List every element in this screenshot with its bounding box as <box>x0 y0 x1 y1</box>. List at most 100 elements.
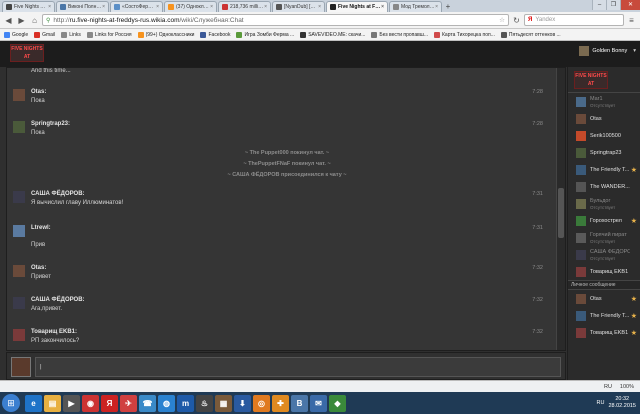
bookmark-item[interactable]: (99+) Одноклассники <box>137 31 194 38</box>
search-box[interactable]: Я Yandex <box>524 14 624 26</box>
sidebar-user[interactable]: Otas <box>568 110 640 127</box>
back-button[interactable]: ◀ <box>3 15 14 26</box>
address-bar[interactable]: ⚲ http:// ru.five-nights-at-freddys-rus.… <box>42 14 509 26</box>
browser-tab[interactable]: Виконі Полнол Д...× <box>56 1 109 12</box>
sidebar-user-name: Товарищ EKB1 <box>590 268 629 275</box>
window-controls: – ❐ ✕ <box>592 0 640 10</box>
avatar[interactable] <box>13 121 25 133</box>
taskbar-app-icon[interactable]: ✈ <box>120 394 137 412</box>
message-author[interactable]: Ltrewl: <box>31 225 51 231</box>
avatar[interactable] <box>13 89 25 101</box>
taskbar-app-icon[interactable]: Я <box>101 394 118 412</box>
message-author[interactable]: Springtrap23: <box>31 121 70 127</box>
new-tab-button[interactable]: + <box>443 2 453 12</box>
taskbar-app-icon[interactable]: ◍ <box>158 394 175 412</box>
sidebar-user[interactable]: САША ФЁДОРОВОтсутствует <box>568 246 640 263</box>
browser-tab[interactable]: Мод Тремол ВТ...× <box>389 1 442 12</box>
sidebar-user[interactable]: Бульдог Отсутствует <box>568 195 640 212</box>
avatar[interactable] <box>13 265 25 277</box>
chat-message-input[interactable] <box>35 357 561 377</box>
sidebar-user[interactable]: Serik100500 <box>568 127 640 144</box>
language-indicator[interactable]: RU <box>604 384 612 390</box>
message-author[interactable]: Товарищ EKB1: <box>31 329 77 335</box>
taskbar-app-icon[interactable]: ☎ <box>139 394 156 412</box>
avatar[interactable] <box>13 329 25 341</box>
refresh-button[interactable]: ↻ <box>511 15 522 26</box>
close-icon[interactable]: × <box>156 4 159 10</box>
maximize-button[interactable]: ❐ <box>606 0 620 10</box>
private-message-user[interactable]: Товарищ EKB1 ★ <box>568 324 640 341</box>
bookmark-item[interactable]: Без вести пропавш... <box>371 31 428 38</box>
scrollbar-thumb[interactable] <box>558 188 564 238</box>
taskbar-app-icon[interactable]: ◉ <box>82 394 99 412</box>
menu-button[interactable]: ≡ <box>626 15 637 26</box>
private-message-user[interactable]: Otas ★ <box>568 290 640 307</box>
user-menu[interactable]: Golden Bonny ▾ <box>579 46 636 56</box>
browser-tab[interactable]: Five Nights at Fre... × <box>326 1 388 12</box>
avatar[interactable] <box>13 297 25 309</box>
sidebar-user[interactable]: Товарищ EKB1 <box>568 263 640 280</box>
sidebar-wiki-header[interactable]: FIVE NIGHTS AT FREDDY'S <box>568 67 640 93</box>
sidebar-user[interactable]: Springtrap23 <box>568 144 640 161</box>
browser-tab[interactable]: 218,736 million с...× <box>218 1 271 12</box>
close-icon[interactable]: × <box>318 4 321 10</box>
close-window-button[interactable]: ✕ <box>620 0 640 10</box>
avatar[interactable] <box>13 191 25 203</box>
close-icon[interactable]: × <box>435 4 438 10</box>
sidebar-user[interactable]: Горячий пират Отсутствует <box>568 229 640 246</box>
bookmark-star-icon[interactable]: ☆ <box>499 16 505 24</box>
taskbar-app-icon[interactable]: ◆ <box>329 394 346 412</box>
zoom-level[interactable]: 100% <box>620 384 634 390</box>
minimize-button[interactable]: – <box>592 0 606 10</box>
chat-message: Otas: Привет 7:32 <box>7 265 557 293</box>
chevron-down-icon[interactable]: ▾ <box>633 48 636 54</box>
wiki-logo[interactable]: FIVE NIGHTS AT FREDDY'S <box>10 44 44 62</box>
bookmark-item[interactable]: Пятьдесят оттенков ... <box>500 31 561 38</box>
close-icon[interactable]: × <box>381 4 384 10</box>
sidebar-user[interactable]: Mar1 Отсутствует <box>568 93 640 110</box>
taskbar-app-icon[interactable]: ◎ <box>253 394 270 412</box>
sidebar-user[interactable]: The WANDER... <box>568 178 640 195</box>
taskbar-app-icon[interactable]: ▶ <box>63 394 80 412</box>
message-author[interactable]: Otas: <box>31 265 46 271</box>
message-author[interactable]: Otas: <box>31 89 46 95</box>
taskbar-app-icon[interactable]: e <box>25 394 42 412</box>
tray-language[interactable]: RU <box>597 400 605 406</box>
close-icon[interactable]: × <box>264 4 267 10</box>
browser-tab[interactable]: Five Nights At Fr...× <box>2 1 55 12</box>
taskbar-app-icon[interactable]: ▤ <box>44 394 61 412</box>
browser-tab[interactable]: «СостоФерма -...× <box>110 1 163 12</box>
home-button[interactable]: ⌂ <box>29 15 40 26</box>
taskbar-app-icon[interactable]: ✉ <box>310 394 327 412</box>
bookmark-item[interactable]: Links for Россия <box>86 31 132 38</box>
sidebar-user[interactable]: The Friendly T... ★ <box>568 161 640 178</box>
sidebar-user[interactable]: Горохострел ★ <box>568 212 640 229</box>
clock[interactable]: 20:32 28.02.2015 <box>608 396 636 410</box>
forward-button[interactable]: ▶ <box>16 15 27 26</box>
chat-scrollbar[interactable] <box>556 68 565 350</box>
bookmark-item[interactable]: Карта Тихорецка поп... <box>434 31 495 38</box>
taskbar-app-icon[interactable]: ⬇ <box>234 394 251 412</box>
site-identity-icon[interactable]: ⚲ <box>46 17 50 24</box>
bookmark-item[interactable]: Gmail <box>34 31 55 38</box>
close-icon[interactable]: × <box>102 4 105 10</box>
taskbar-app-icon[interactable]: m <box>177 394 194 412</box>
bookmark-item[interactable]: SAVEVIDEO.ME: скачи... <box>300 31 365 38</box>
browser-tab[interactable]: (37) Одноклассн...× <box>164 1 217 12</box>
bookmark-item[interactable]: Google <box>4 31 28 38</box>
taskbar-app-icon[interactable]: ♨ <box>196 394 213 412</box>
taskbar-app-icon[interactable]: ✚ <box>272 394 289 412</box>
private-message-user[interactable]: The Friendly T... ★ <box>568 307 640 324</box>
message-author[interactable]: САША ФЁДОРОВ: <box>31 297 85 303</box>
taskbar-app-icon[interactable]: В <box>291 394 308 412</box>
close-icon[interactable]: × <box>210 4 213 10</box>
bookmark-item[interactable]: Links <box>61 31 81 38</box>
avatar[interactable] <box>13 225 25 237</box>
taskbar-app-icon[interactable]: ▦ <box>215 394 232 412</box>
bookmark-item[interactable]: Игра Зомби Ферма ... <box>236 31 294 38</box>
message-author[interactable]: САША ФЁДОРОВ: <box>31 191 85 197</box>
start-button[interactable]: ⊞ <box>2 394 20 412</box>
bookmark-item[interactable]: Facebook <box>200 31 230 38</box>
browser-tab[interactable]: [NyanDub] [4:... × <box>272 1 325 12</box>
close-icon[interactable]: × <box>48 4 51 10</box>
